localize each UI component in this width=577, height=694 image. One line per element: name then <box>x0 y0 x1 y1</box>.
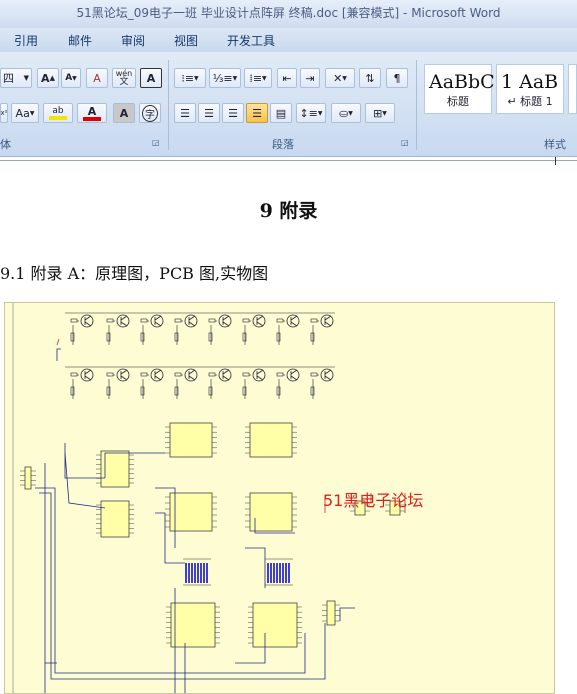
character-border-button[interactable]: A <box>140 68 162 88</box>
line-spacing-icon: ↕≡ <box>299 106 318 120</box>
paragraph-group-label: 段落 <box>272 138 294 151</box>
section-heading: 9 附录 <box>259 200 318 222</box>
multilevel-list-icon: ⁞≡ <box>249 71 263 85</box>
style-title-tile[interactable]: AaBbC 标题 <box>424 64 495 114</box>
paragraph-mark-icon: ¶ <box>393 71 401 85</box>
multilevel-list-button[interactable]: ⁞≡ ▼ <box>244 68 272 88</box>
align-right-button[interactable]: ☰ <box>222 103 244 123</box>
justify-icon: ☰ <box>252 106 262 120</box>
font-color-icon: A <box>87 104 97 118</box>
grow-font-icon: A <box>41 71 50 85</box>
tab-developer[interactable]: 开发工具 <box>227 32 275 49</box>
align-center-icon: ☰ <box>204 106 214 120</box>
font-color-swatch <box>83 116 101 121</box>
font-color-button[interactable]: A <box>77 103 107 123</box>
sort-button[interactable]: ⇅ <box>359 68 381 88</box>
font-dialog-launcher-icon[interactable]: ◲ <box>152 138 160 147</box>
sort-icon: ⇅ <box>365 71 375 85</box>
shading-button[interactable]: ⛀ ▼ <box>331 103 361 123</box>
circuit-diagram <box>12 303 406 693</box>
font-size-value: 四 <box>3 72 14 85</box>
bullets-button[interactable]: ⁝≡ ▼ <box>174 68 206 88</box>
style-title-sample: AaBbC <box>429 71 495 93</box>
numbered-list-icon: ⅓≡ <box>212 71 233 85</box>
tab-view[interactable]: 视图 <box>174 32 198 49</box>
enclose-characters-button[interactable]: 字 <box>139 103 161 123</box>
decrease-indent-icon: ⇤ <box>282 71 292 85</box>
style-heading1-sample: 1 AaB <box>501 71 559 93</box>
asian-layout-button[interactable]: ✕ ▼ <box>325 68 355 88</box>
change-case-button[interactable]: Aa ▼ <box>11 103 39 123</box>
shrink-font-icon: A <box>65 73 73 83</box>
border-icon: ⊞ <box>373 106 383 120</box>
ribbon-tab-bar: 引用 邮件 审阅 视图 开发工具 <box>0 28 577 52</box>
tab-review[interactable]: 审阅 <box>121 32 145 49</box>
superscript-button[interactable]: x² <box>0 103 8 123</box>
character-border-icon: A <box>146 71 156 85</box>
highlight-button[interactable]: ab <box>43 103 73 123</box>
increase-indent-button[interactable]: ⇥ <box>300 68 320 88</box>
increase-indent-icon: ⇥ <box>305 71 315 85</box>
numbering-button[interactable]: ⅓≡ ▼ <box>209 68 241 88</box>
highlight-color-swatch <box>49 115 67 120</box>
borders-button[interactable]: ⊞ ▼ <box>365 103 395 123</box>
group-divider <box>168 60 169 150</box>
tab-references[interactable]: 引用 <box>14 32 38 49</box>
style-title-name: 标题 <box>447 95 469 108</box>
show-marks-button[interactable]: ¶ <box>386 68 408 88</box>
watermark-text: 51黑电子论坛 <box>323 491 424 510</box>
paragraph-dialog-launcher-icon[interactable]: ◲ <box>401 138 409 147</box>
shrink-font-button[interactable]: A ▼ <box>61 68 81 88</box>
justify-button[interactable]: ☰ <box>246 103 268 123</box>
chevron-down-icon: ▼ <box>23 74 29 82</box>
asian-layout-icon: ✕ <box>333 71 343 85</box>
window-title: 51黑论坛_09电子一班 毕业设计点阵屏 终稿.doc [兼容模式] - Mic… <box>0 0 577 28</box>
highlighter-icon: ab <box>52 105 64 116</box>
subsection-heading: 9.1 附录 A：原理图，PCB 图,实物图 <box>0 264 269 283</box>
ruler <box>0 157 577 165</box>
character-shading-icon: A <box>119 106 129 120</box>
line-spacing-button[interactable]: ↕≡ ▼ <box>296 103 326 123</box>
align-left-icon: ☰ <box>180 106 190 120</box>
align-center-button[interactable]: ☰ <box>198 103 220 123</box>
distribute-button[interactable]: ▤ <box>270 103 292 123</box>
ribbon: 四 ▼ A ▲ A ▼ A wén 文 A x² Aa ▼ ab A A 字 体 ◲ ⁝… <box>0 52 577 157</box>
align-right-icon: ☰ <box>228 106 238 120</box>
style-heading1-tile[interactable]: 1 AaB ↵ 标题 1 <box>496 64 564 114</box>
schematic-image <box>4 302 555 694</box>
change-case-icon: Aa <box>15 106 30 120</box>
tab-mailings[interactable]: 邮件 <box>68 32 92 49</box>
group-divider <box>416 60 417 150</box>
document-page[interactable]: 9 附录 9.1 附录 A：原理图，PCB 图,实物图 51黑电子论坛 <box>0 166 577 694</box>
align-left-button[interactable]: ☰ <box>174 103 196 123</box>
superscript-icon: x² <box>0 109 8 117</box>
eraser-icon: A <box>93 71 101 85</box>
style-next-tile[interactable] <box>568 64 577 114</box>
grow-font-button[interactable]: A ▲ <box>37 68 59 88</box>
distribute-icon: ▤ <box>275 106 287 120</box>
style-heading1-name: ↵ 标题 1 <box>507 95 553 108</box>
font-group-label: 体 <box>0 138 11 151</box>
character-shading-button[interactable]: A <box>113 103 135 123</box>
paint-bucket-icon: ⛀ <box>339 106 349 120</box>
font-size-select[interactable]: 四 ▼ <box>0 68 32 88</box>
bullet-list-icon: ⁝≡ <box>181 71 195 85</box>
enclose-characters-icon: 字 <box>142 104 158 122</box>
phonetic-guide-button[interactable]: wén 文 <box>112 68 136 88</box>
styles-group-label: 样式 <box>544 138 566 151</box>
decrease-indent-button[interactable]: ⇤ <box>277 68 297 88</box>
clear-format-button[interactable]: A <box>86 68 108 88</box>
